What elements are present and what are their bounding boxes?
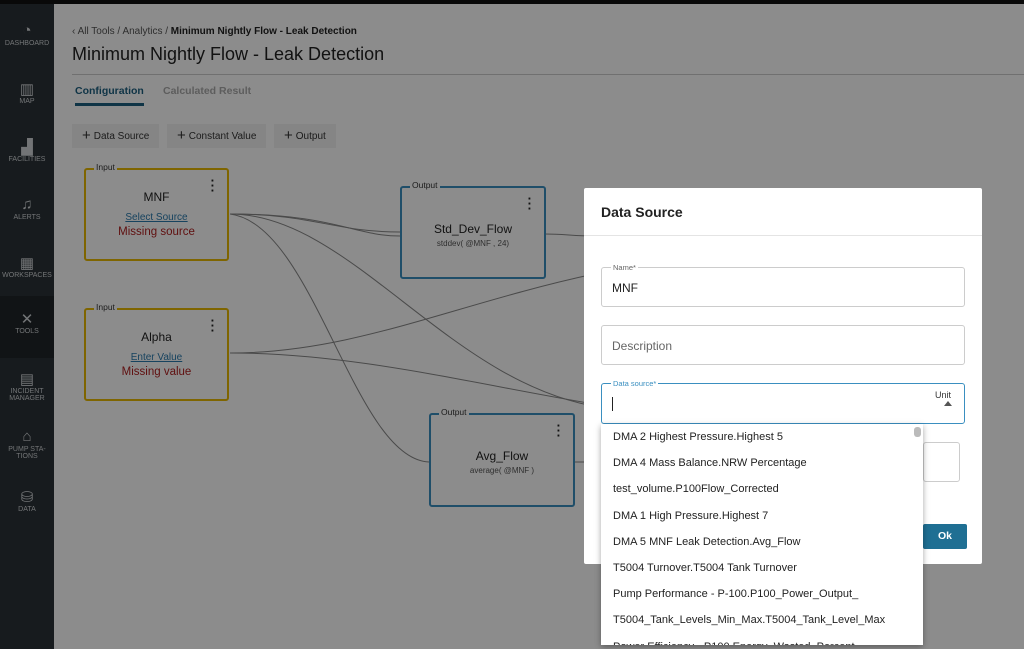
- dropdown-option[interactable]: DMA 2 Highest Pressure.Highest 5: [601, 424, 923, 450]
- divider: [584, 235, 982, 236]
- ok-button[interactable]: Ok: [923, 524, 967, 549]
- unit-label: Unit: [935, 390, 951, 400]
- data-source-dropdown: DMA 2 Highest Pressure.Highest 5 DMA 4 M…: [601, 424, 923, 645]
- dropdown-option[interactable]: DMA 4 Mass Balance.NRW Percentage: [601, 450, 923, 476]
- data-source-select[interactable]: Data source*: [601, 383, 965, 424]
- dropdown-option[interactable]: Pump Performance - P-100.P100_Power_Outp…: [601, 581, 923, 607]
- dropdown-option[interactable]: DMA 1 High Pressure.Highest 7: [601, 503, 923, 529]
- description-field[interactable]: Description: [601, 325, 965, 365]
- dropdown-option[interactable]: T5004 Turnover.T5004 Tank Turnover: [601, 555, 923, 581]
- dropdown-option[interactable]: Power Efficiency - P100.Energy_Wasted_Pe…: [601, 634, 923, 646]
- text-caret: [612, 397, 613, 411]
- scrollbar[interactable]: [914, 427, 921, 437]
- unit-field[interactable]: [923, 442, 960, 482]
- dialog-title: Data Source: [601, 204, 683, 220]
- name-field[interactable]: Name* MNF: [601, 267, 965, 307]
- dropdown-arrow-icon[interactable]: [944, 401, 952, 406]
- dropdown-option[interactable]: test_volume.P100Flow_Corrected: [601, 476, 923, 502]
- dropdown-option[interactable]: T5004_Tank_Levels_Min_Max.T5004_Tank_Lev…: [601, 607, 923, 633]
- dropdown-option[interactable]: DMA 5 MNF Leak Detection.Avg_Flow: [601, 529, 923, 555]
